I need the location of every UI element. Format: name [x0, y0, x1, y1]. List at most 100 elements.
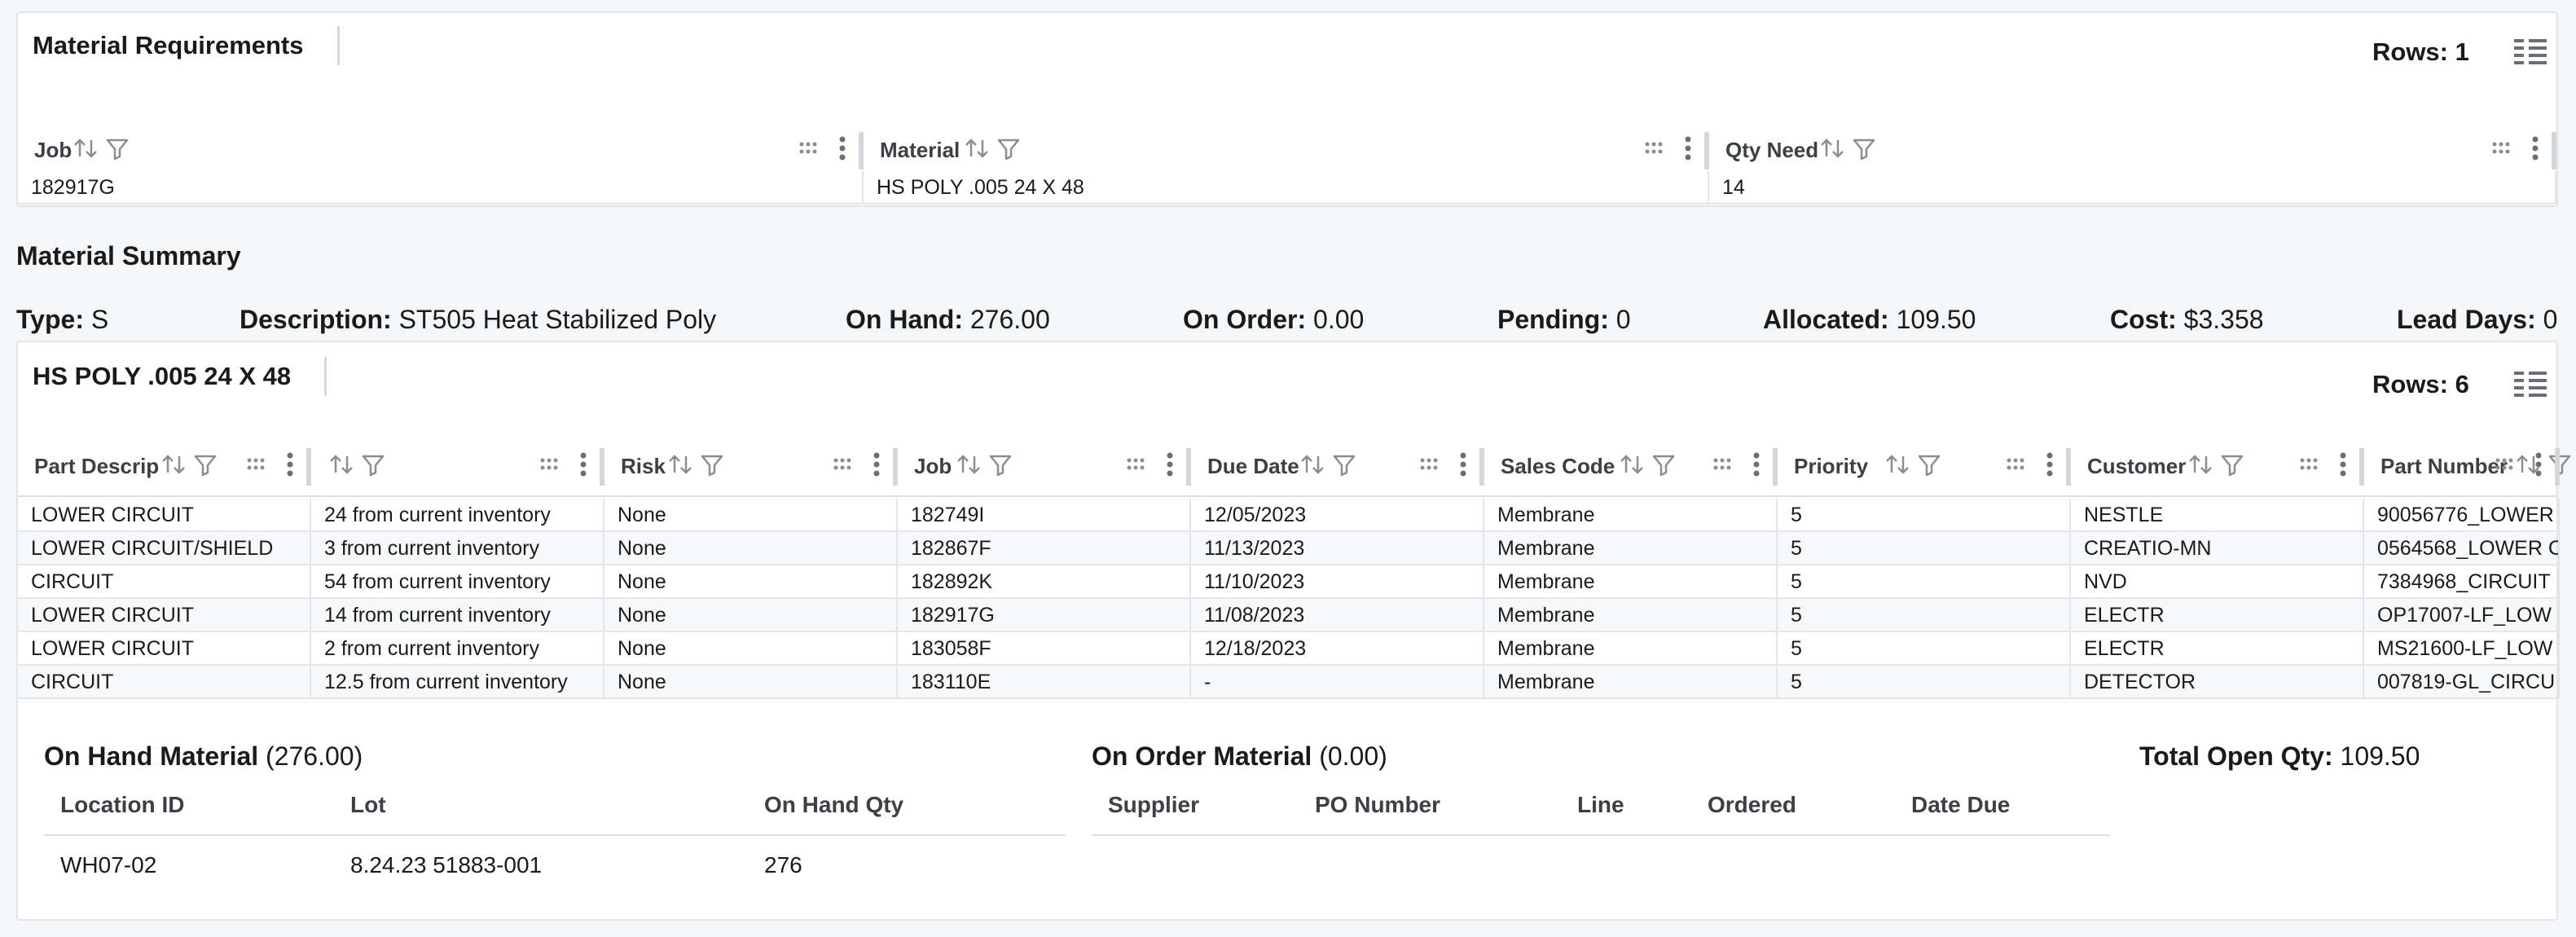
table-cell: 11/10/2023 [1191, 565, 1484, 599]
table-cell: CIRCUIT [18, 565, 311, 599]
summary-lead-days: Lead Days: 0 [2397, 305, 2557, 335]
material-summary-title: Material Summary [16, 241, 241, 271]
table-row[interactable]: LOWER CIRCUIT 24 from current inventory No… [18, 499, 2560, 532]
sort-icon[interactable] [2187, 450, 2216, 479]
column-menu-icon[interactable] [2524, 450, 2553, 479]
column-menu-icon[interactable] [828, 134, 857, 163]
sort-icon[interactable] [963, 134, 992, 163]
sort-icon[interactable] [1299, 450, 1328, 479]
sort-icon[interactable] [1818, 134, 1848, 163]
column-header-customer[interactable]: Customer [2071, 432, 2364, 497]
on-order-column-header[interactable]: Ordered [1708, 792, 1796, 818]
drag-grip-icon[interactable] [243, 450, 272, 479]
column-menu-icon[interactable] [2328, 450, 2358, 479]
table-cell: MS21600-LF_LOW [2364, 632, 2560, 666]
drag-grip-icon[interactable] [2491, 450, 2521, 479]
sort-icon[interactable] [1884, 450, 1913, 479]
sort-icon[interactable] [1618, 450, 1647, 479]
column-header-part-number[interactable]: Part Number [2364, 432, 2571, 497]
filter-icon[interactable] [1330, 450, 1359, 479]
filter-icon[interactable] [697, 450, 727, 479]
column-menu-icon[interactable] [1155, 450, 1185, 479]
table-row[interactable]: LOWER CIRCUIT 2 from current inventory Non… [18, 632, 2560, 666]
drag-grip-icon[interactable] [2296, 450, 2325, 479]
drag-grip-icon[interactable] [536, 450, 565, 479]
on-hand-column-header[interactable]: Location ID [60, 792, 184, 818]
column-menu-icon[interactable] [1673, 134, 1703, 163]
on-order-title-label: On Order Material [1092, 741, 1312, 771]
table-cell: LOWER CIRCUIT [18, 499, 311, 532]
table-row[interactable]: 182917G HS POLY .005 24 X 48 14 [18, 171, 2556, 205]
column-menu-icon[interactable] [275, 450, 305, 479]
column-menu-icon[interactable] [569, 450, 598, 479]
panel-title: HS POLY .005 24 X 48 [33, 362, 292, 390]
table-cell: 11/08/2023 [1191, 599, 1484, 632]
table-cell: 54 from current inventory [311, 565, 604, 599]
filter-icon[interactable] [1649, 450, 1678, 479]
column-menu-icon[interactable] [2035, 450, 2064, 479]
filter-icon[interactable] [1849, 134, 1879, 163]
filter-icon[interactable] [191, 450, 220, 479]
drag-grip-icon[interactable] [2002, 450, 2032, 479]
drag-grip-icon[interactable] [829, 450, 859, 479]
column-header-due-date[interactable]: Due Date [1191, 432, 1484, 497]
column-resize-handle[interactable] [2555, 448, 2560, 486]
filter-icon[interactable] [2218, 450, 2247, 479]
column-header-risk[interactable]: Risk [604, 432, 898, 497]
summary-allocated: Allocated: 109.50 [1763, 305, 1976, 335]
sort-icon[interactable] [327, 450, 357, 479]
table-row[interactable]: CIRCUIT 12.5 from current inventory None 18… [18, 666, 2560, 699]
columns-chooser-icon[interactable] [2514, 37, 2547, 65]
summary-label: Allocated: [1763, 305, 1889, 334]
filter-icon[interactable] [994, 134, 1023, 163]
column-header-unnamed[interactable] [311, 432, 604, 497]
on-order-column-header[interactable]: Supplier [1108, 792, 1199, 818]
column-header-priority[interactable]: Priority [1778, 432, 2071, 497]
on-order-column-header[interactable]: Line [1577, 792, 1624, 818]
table-row[interactable]: CIRCUIT 54 from current inventory None 1828… [18, 565, 2560, 599]
column-menu-icon[interactable] [1742, 450, 1771, 479]
summary-value: 0.00 [1313, 305, 1365, 334]
table-cell: 182917G [898, 599, 1191, 632]
summary-value: 276.00 [969, 305, 1050, 334]
table-row[interactable]: LOWER CIRCUIT 14 from current inventory No… [18, 599, 2560, 632]
drag-grip-icon[interactable] [1641, 134, 1670, 163]
summary-label: On Order: [1183, 305, 1307, 334]
column-menu-icon[interactable] [2521, 134, 2550, 163]
column-menu-icon[interactable] [862, 450, 891, 479]
filter-icon[interactable] [986, 450, 1015, 479]
on-order-column-header[interactable]: PO Number [1315, 792, 1440, 818]
on-order-column-header[interactable]: Date Due [1911, 792, 2010, 818]
filter-icon[interactable] [358, 450, 388, 479]
column-header-sales-code[interactable]: Sales Code [1484, 432, 1778, 497]
column-header-part-descrip[interactable]: Part Descrip [18, 432, 311, 497]
table-cell: None [604, 532, 898, 565]
drag-grip-icon[interactable] [2488, 134, 2517, 163]
column-menu-icon[interactable] [1448, 450, 1478, 479]
sort-icon[interactable] [72, 134, 101, 163]
filter-icon[interactable] [1914, 450, 1944, 479]
column-header-job[interactable]: Job [898, 432, 1191, 497]
panel-title: Material Requirements [33, 31, 304, 59]
filter-icon[interactable] [103, 134, 132, 163]
sort-icon[interactable] [666, 450, 696, 479]
table-cell: 5 [1778, 666, 2071, 699]
on-hand-column-header[interactable]: Lot [350, 792, 386, 818]
sort-icon[interactable] [955, 450, 984, 479]
summary-value: S [90, 305, 109, 334]
table-cell: 0564568_LOWER C [2364, 532, 2560, 565]
table-cell: 3 from current inventory [311, 532, 604, 565]
summary-value: 109.50 [1896, 305, 1976, 334]
drag-grip-icon[interactable] [1123, 450, 1152, 479]
drag-grip-icon[interactable] [1416, 450, 1445, 479]
drag-grip-icon[interactable] [1709, 450, 1739, 479]
columns-chooser-icon[interactable] [2514, 370, 2547, 398]
summary-value: 0 [2543, 305, 2558, 334]
table-cell: 182749I [898, 499, 1191, 532]
drag-grip-icon[interactable] [795, 134, 824, 163]
column-resize-handle[interactable] [2552, 132, 2556, 169]
table-row[interactable]: LOWER CIRCUIT/SHIELD 3 from current inven… [18, 532, 2560, 565]
on-hand-column-header[interactable]: On Hand Qty [764, 792, 903, 818]
table-cell: 24 from current inventory [311, 499, 604, 532]
sort-icon[interactable] [160, 450, 189, 479]
